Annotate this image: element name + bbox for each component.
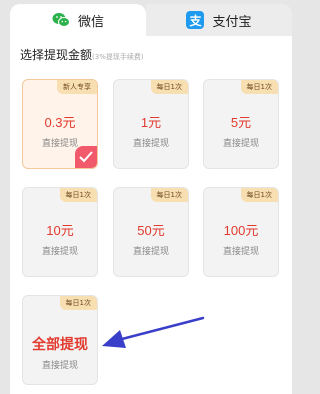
option-card[interactable]: 每日1次 5元 直接提现	[203, 79, 279, 169]
section-title-text: 选择提现金额	[20, 48, 93, 62]
option-amount: 5元	[230, 115, 252, 130]
option-subtext: 直接提现	[222, 247, 259, 257]
option-badge: 每日1次	[59, 296, 97, 310]
alipay-icon: 支	[186, 11, 205, 29]
option-amount: 10元	[46, 223, 74, 238]
option-badge: 每日1次	[150, 188, 188, 202]
option-badge: 每日1次	[150, 80, 188, 94]
option-card[interactable]: 每日1次 1元 直接提现	[113, 79, 189, 169]
option-card[interactable]: 每日1次 100元 直接提现	[203, 187, 279, 277]
tab-wechat-label: 微信	[77, 14, 104, 30]
option-badge: 每日1次	[240, 188, 278, 202]
option-subtext: 直接提现	[222, 139, 259, 149]
option-card[interactable]: 每日1次 50元 直接提现	[113, 187, 189, 277]
selected-check-icon	[75, 146, 97, 168]
fee-note: (3%提现手续费)	[92, 53, 144, 61]
tab-wechat[interactable]: 微信	[10, 4, 146, 36]
withdraw-panel: 选择提现金额(3%提现手续费) 新人专享 0.3元 直接提现 每日1次 1元 直…	[10, 36, 292, 394]
option-badge: 每日1次	[240, 80, 278, 94]
option-subtext: 直接提现	[132, 139, 169, 149]
option-subtext: 直接提现	[41, 361, 78, 371]
option-card[interactable]: 新人专享 0.3元 直接提现	[22, 79, 98, 169]
tab-alipay-label: 支付宝	[212, 14, 252, 30]
option-badge: 每日1次	[59, 188, 97, 202]
payment-tabs: 微信 支 支付宝	[0, 0, 302, 36]
withdraw-all-card[interactable]: 每日1次 全部提现 直接提现	[22, 295, 98, 385]
wechat-icon	[52, 12, 70, 28]
option-card[interactable]: 每日1次 10元 直接提现	[22, 187, 98, 277]
option-amount: 0.3元	[44, 115, 76, 130]
option-amount: 100元	[223, 223, 259, 238]
option-badge: 新人专享	[57, 80, 97, 94]
option-subtext: 直接提现	[132, 247, 169, 257]
option-subtext: 直接提现	[41, 247, 78, 257]
tab-alipay[interactable]: 支 支付宝	[146, 4, 292, 36]
option-amount: 50元	[137, 223, 165, 238]
section-title: 选择提现金额(3%提现手续费)	[20, 46, 144, 63]
option-amount: 1元	[140, 115, 162, 130]
withdraw-all-label: 全部提现	[32, 336, 88, 352]
